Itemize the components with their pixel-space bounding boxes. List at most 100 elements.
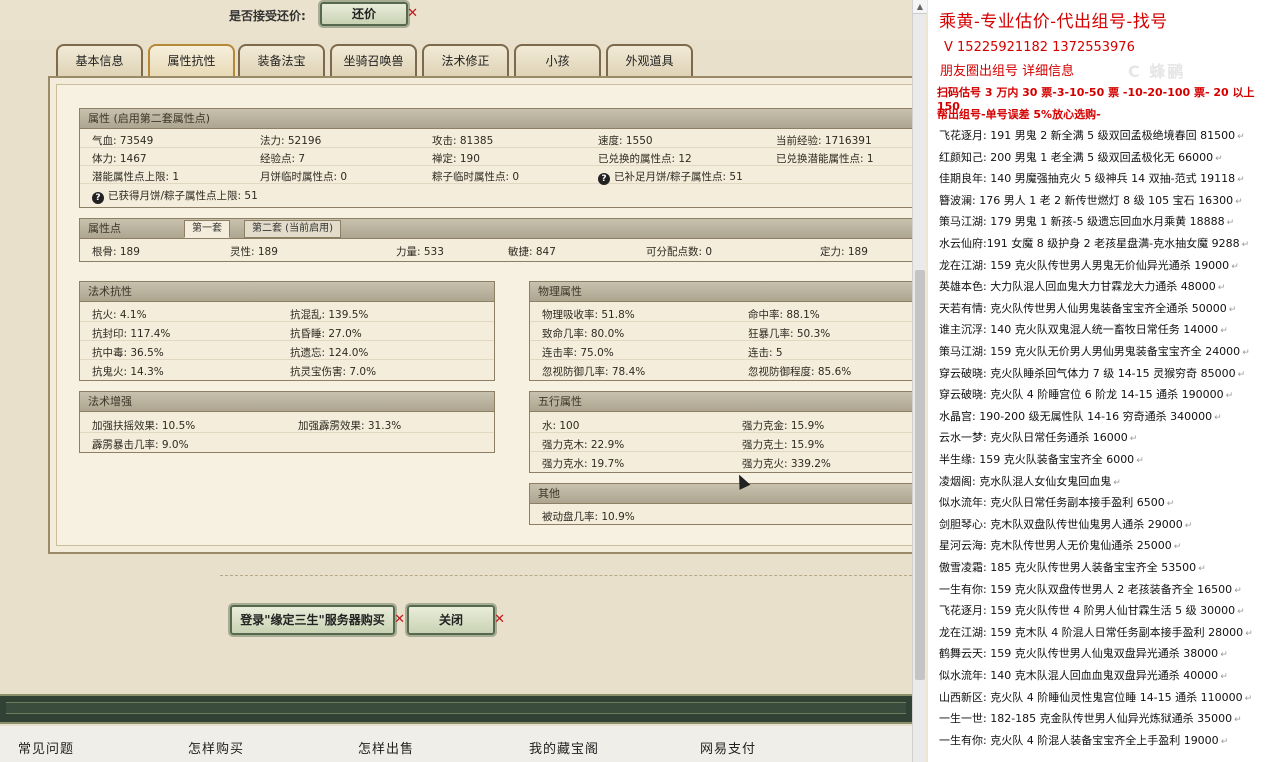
other-passive-rate: 被动盘几率: 10.9% <box>542 511 635 523</box>
close-x-icon: ✕ <box>407 6 418 21</box>
point-constitution: 根骨: 189 <box>92 246 140 258</box>
paragraph-mark-icon: ↵ <box>1220 672 1228 682</box>
login-buy-label: 登录"缘定三生"服务器购买 <box>240 613 385 627</box>
close-x-icon: ✕ <box>494 612 505 627</box>
tab-spell-mods[interactable]: 法术修正 <box>422 44 509 76</box>
list-item: 剑胆琴心: 克木队双盘队传世仙鬼男人通杀 29000 ↵ <box>939 517 1193 531</box>
resist-chaos: 抗混乱: 139.5% <box>290 309 369 321</box>
stat-hp: 气血: 73549 <box>92 135 154 147</box>
boost-pili: 加强霹雳效果: 31.3% <box>298 420 402 432</box>
stat-exchanged-potential: 已兑换潜能属性点: 1 <box>776 153 874 165</box>
paragraph-mark-icon: ↵ <box>1237 175 1245 186</box>
list-item: 策马江湖: 179 男鬼 1 新孩-5 级遗忘回血水月乘黄 18888 ↵ <box>939 215 1235 229</box>
paragraph-mark-icon: ↵ <box>1228 304 1237 315</box>
paragraph-mark-icon: ↵ <box>1242 348 1250 358</box>
tab-appearance[interactable]: 外观道具 <box>606 44 693 76</box>
paragraph-mark-icon: ↵ <box>1220 650 1228 661</box>
tab-attributes-resist[interactable]: 属性抗性 <box>148 44 235 78</box>
tab-basic-info[interactable]: 基本信息 <box>56 44 143 76</box>
paragraph-mark-icon: ↵ <box>1217 283 1226 294</box>
moments-note: 朋友圈出组号 详细信息 <box>940 64 1075 79</box>
subtab-set-one[interactable]: 第一套 <box>184 220 230 238</box>
boost-fuyao: 加强扶摇效果: 10.5% <box>92 420 196 432</box>
stat-exp: 当前经验: 1716391 <box>776 135 872 147</box>
help-icon[interactable]: ? <box>92 192 104 204</box>
attributes-panel-inner: 属性 (启用第二套属性点) 气血: 73549 法力: 52196 攻击: 81… <box>56 84 912 546</box>
paragraph-mark-icon: ↵ <box>1173 542 1182 553</box>
resist-ghostfire: 抗鬼火: 14.3% <box>92 366 164 378</box>
list-item: 飞花逐月: 191 男鬼 2 新全满 5 级双回孟极绝境春回 81500 ↵ <box>939 129 1245 142</box>
counter-offer-button[interactable]: 还价 ✕ <box>318 0 418 28</box>
footer-how-to-buy[interactable]: 怎样购买 <box>188 738 244 757</box>
spell-resist-box: 法术抗性 抗火: 4.1% 抗混乱: 139.5% 抗封印: 117.4% 抗昏… <box>79 281 495 381</box>
spell-boost-box: 法术增强 加强扶摇效果: 10.5% 加强霹雳效果: 31.3% 霹雳暴击几率:… <box>79 391 495 453</box>
list-item: 谁主沉浮: 140 克火队双鬼混人统一畜牧日常任务 14000 ↵ <box>939 323 1228 337</box>
element-vs-wood: 强力克木: 22.9% <box>542 439 625 451</box>
vertical-scrollbar[interactable]: ▲ <box>912 0 927 762</box>
element-vs-earth: 强力克土: 15.9% <box>742 439 825 451</box>
footer-my-treasure[interactable]: 我的藏宝阁 <box>529 738 599 757</box>
stat-filled-mooncake: ? 已补足月饼/粽子属性点: 51 <box>598 169 743 185</box>
footer-how-to-sell[interactable]: 怎样出售 <box>358 738 414 757</box>
paragraph-mark-icon: ↵ <box>1245 628 1253 639</box>
close-button[interactable]: 关闭 ✕ <box>405 603 505 637</box>
phys-crit: 致命几率: 80.0% <box>542 328 625 340</box>
list-item: 水云仙府:191 女魔 8 级护身 2 老孩星盘满-克水抽女魔 9288 ↵ <box>939 237 1250 250</box>
scroll-thumb[interactable] <box>915 270 925 680</box>
point-agility: 敏捷: 847 <box>508 246 556 258</box>
stat-mooncake-cap: ? 已获得月饼/粽子属性点上限: 51 <box>92 188 258 204</box>
paragraph-mark-icon: ↵ <box>1234 585 1242 596</box>
tab-mounts-summons[interactable]: 坐骑召唤兽 <box>330 44 417 76</box>
paragraph-mark-icon: ↵ <box>1220 326 1228 337</box>
paragraph-mark-icon: ↵ <box>1215 153 1223 164</box>
resist-sleep: 抗昏睡: 27.0% <box>290 328 362 340</box>
paragraph-mark-icon: ↵ <box>1237 132 1245 142</box>
paragraph-mark-icon: ↵ <box>1136 456 1144 466</box>
list-item: 佳期良年: 140 男魔强抽克火 5 级神兵 14 双抽-范式 19118 ↵ <box>939 172 1245 186</box>
help-icon[interactable]: ? <box>598 173 610 185</box>
phys-hit: 命中率: 88.1% <box>748 309 820 321</box>
contact-phone: V 15225921182 1372553976 <box>944 40 1135 55</box>
paragraph-mark-icon: ↵ <box>1225 391 1234 402</box>
list-item: 凌烟阁: 克水队混人女仙女鬼回血鬼 ↵ <box>939 474 1121 488</box>
element-vs-metal: 强力克金: 15.9% <box>742 420 825 432</box>
stat-exp-points: 经验点: 7 <box>260 153 306 165</box>
paragraph-mark-icon: ↵ <box>1198 564 1206 574</box>
stat-speed: 速度: 1550 <box>598 135 653 147</box>
paragraph-mark-icon: ↵ <box>1214 412 1222 423</box>
elements-header: 五行属性 <box>530 392 912 412</box>
attribute-points-box: 属性点 第一套 第二套 (当前启用) 根骨: 189 灵性: 189 力量: 5… <box>79 218 912 262</box>
list-item: 似水流年: 140 克木队混人回血血鬼双盘异光通杀 40000 ↵ <box>939 669 1228 682</box>
tab-children[interactable]: 小孩 <box>514 44 601 76</box>
footer-netease-pay[interactable]: 网易支付 <box>700 738 756 757</box>
listing-document: 乘黄-专业估价-代出组号-找号 V 15225921182 1372553976… <box>928 0 1280 762</box>
other-header: 其他 <box>530 484 912 504</box>
list-item: 穿云破晓: 克火队 4 阶睡宫位 6 阶龙 14-15 通杀 190000 ↵ <box>939 388 1234 402</box>
list-item: 龙在江湖: 159 克木队 4 阶混人日常任务副本接手盈利 28000 ↵ <box>939 625 1253 639</box>
list-item: 天若有情: 克火队传世男人仙男鬼装备宝宝齐全通杀 50000 ↵ <box>939 301 1237 315</box>
list-item: 似水流年: 克火队日常任务副本接手盈利 6500 ↵ <box>939 496 1175 510</box>
phys-combo: 连击: 5 <box>748 347 783 359</box>
game-trade-window: 是否接受还价: 还价 ✕ 基本信息 属性抗性 装备法宝 坐骑召唤兽 法术修正 小… <box>0 0 912 762</box>
resist-treasure: 抗灵宝伤害: 7.0% <box>290 366 377 378</box>
list-item: 半生缘: 159 克火队装备宝宝齐全 6000 ↵ <box>939 453 1144 466</box>
login-buy-button[interactable]: 登录"缘定三生"服务器购买 ✕ <box>228 603 405 637</box>
top-bar: 是否接受还价: 还价 ✕ <box>0 0 912 40</box>
paragraph-mark-icon: ↵ <box>1235 196 1243 207</box>
tab-equipment[interactable]: 装备法宝 <box>238 44 325 76</box>
footer-nav: 常见问题 怎样购买 怎样出售 我的藏宝阁 网易支付 <box>0 726 912 762</box>
stat-mooncake-temp: 月饼临时属性点: 0 <box>260 171 348 183</box>
footer-faq[interactable]: 常见问题 <box>18 738 74 757</box>
stat-potential-cap: 潜能属性点上限: 1 <box>92 171 180 183</box>
paragraph-mark-icon: ↵ <box>1231 261 1239 272</box>
stat-mp: 法力: 52196 <box>260 135 322 147</box>
subtab-set-two[interactable]: 第二套 (当前启用) <box>244 220 341 238</box>
list-item: 红颜知己: 200 男鬼 1 老全满 5 级双回孟极化无 66000 ↵ <box>939 150 1223 164</box>
list-item: 水晶宫: 190-200 级无属性队 14-16 穷奇通杀 340000 ↵ <box>939 409 1222 423</box>
paragraph-mark-icon: ↵ <box>1237 607 1245 618</box>
other-box: 其他 被动盘几率: 10.9% <box>529 483 912 525</box>
scroll-up-icon[interactable]: ▲ <box>913 0 927 14</box>
paragraph-mark-icon: ↵ <box>1220 736 1229 747</box>
stat-attack: 攻击: 81385 <box>432 135 494 147</box>
point-unallocated: 可分配点数: 0 <box>646 246 713 258</box>
